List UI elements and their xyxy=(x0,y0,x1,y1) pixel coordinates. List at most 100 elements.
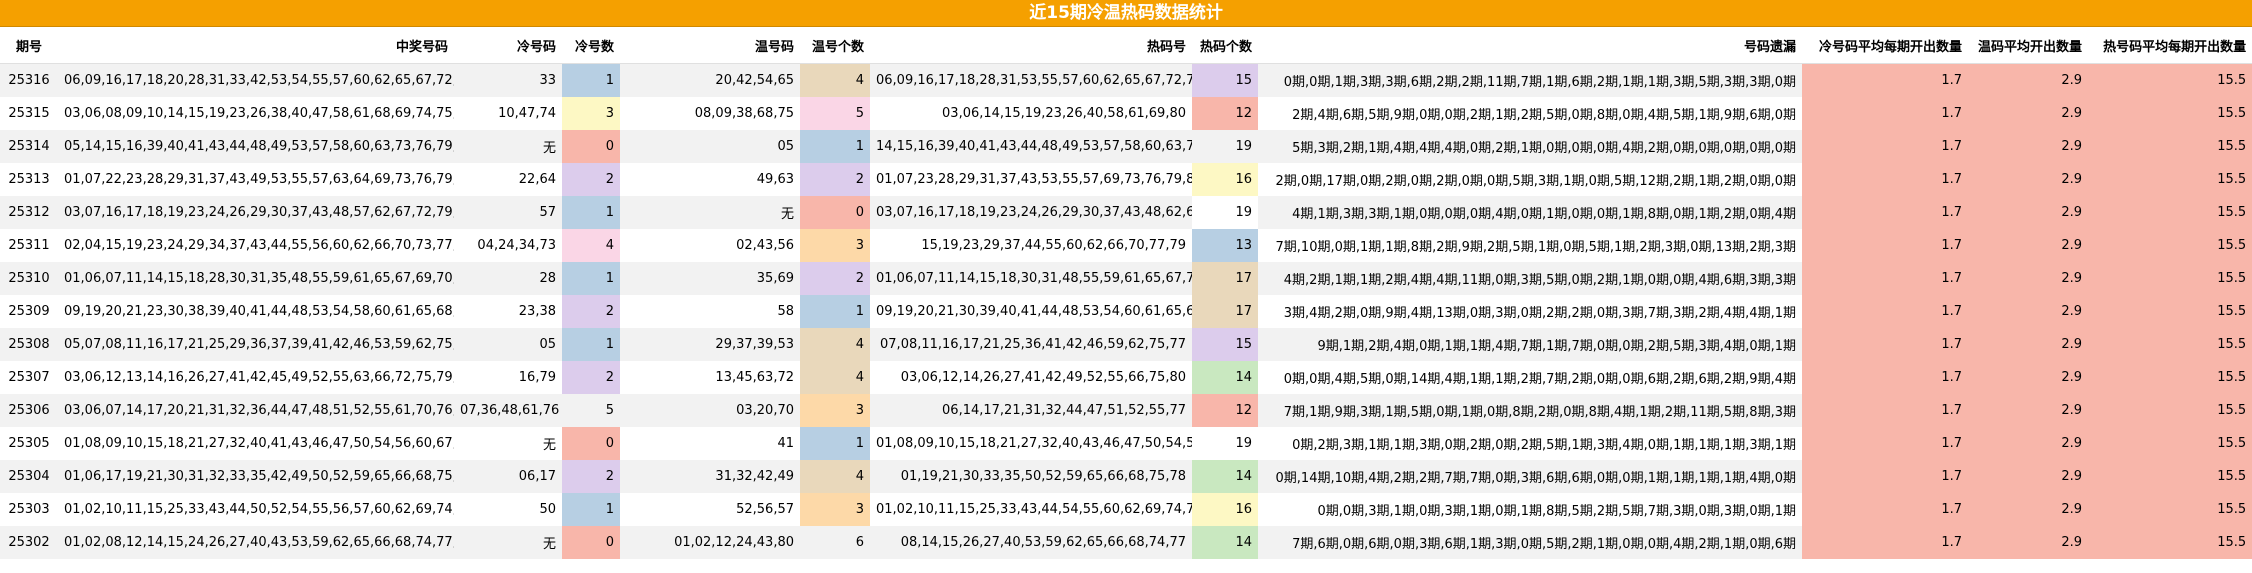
issue-cell: 25316 xyxy=(0,63,58,97)
hot-avg-cell: 15.5 xyxy=(2088,328,2252,361)
hot-count-cell: 14 xyxy=(1192,361,1258,394)
warm-numbers-cell: 05 xyxy=(620,130,800,163)
winning-numbers-cell: 09,19,20,21,23,30,38,39,40,41,44,48,53,5… xyxy=(58,295,454,328)
missing-cell: 9期,1期,2期,4期,0期,1期,1期,4期,7期,1期,7期,0期,0期,2… xyxy=(1258,328,1802,361)
cold-count-cell: 2 xyxy=(562,163,620,196)
warm-avg-cell: 2.9 xyxy=(1968,295,2088,328)
warm-count-cell: 3 xyxy=(800,493,870,526)
hot-numbers-cell: 09,19,20,21,30,39,40,41,44,48,53,54,60,6… xyxy=(870,295,1192,328)
winning-numbers-cell: 06,09,16,17,18,20,28,31,33,42,53,54,55,5… xyxy=(58,63,454,97)
hot-count-cell: 14 xyxy=(1192,526,1258,559)
cold-count-cell: 0 xyxy=(562,130,620,163)
missing-cell: 2期,0期,17期,0期,2期,0期,2期,0期,0期,5期,3期,1期,0期,… xyxy=(1258,163,1802,196)
cold-count-cell: 0 xyxy=(562,427,620,460)
cold-count-cell: 3 xyxy=(562,97,620,130)
issue-cell: 25305 xyxy=(0,427,58,460)
cold-numbers-cell: 07,36,48,61,76 xyxy=(454,394,562,427)
warm-avg-cell: 2.9 xyxy=(1968,361,2088,394)
table-row: 25306 03,06,07,14,17,20,21,31,32,36,44,47… xyxy=(0,394,2252,427)
issue-cell: 25312 xyxy=(0,196,58,229)
table-row: 25316 06,09,16,17,18,20,28,31,33,42,53,54… xyxy=(0,63,2252,97)
winning-numbers-cell: 02,04,15,19,23,24,29,34,37,43,44,55,56,6… xyxy=(58,229,454,262)
warm-avg-cell: 2.9 xyxy=(1968,460,2088,493)
missing-cell: 4期,1期,3期,3期,1期,0期,0期,0期,4期,0期,1期,0期,0期,1… xyxy=(1258,196,1802,229)
hot-avg-cell: 15.5 xyxy=(2088,130,2252,163)
hot-count-cell: 15 xyxy=(1192,328,1258,361)
warm-avg-cell: 2.9 xyxy=(1968,493,2088,526)
hot-avg-cell: 15.5 xyxy=(2088,526,2252,559)
winning-numbers-cell: 03,06,07,14,17,20,21,31,32,36,44,47,48,5… xyxy=(58,394,454,427)
hot-avg-cell: 15.5 xyxy=(2088,394,2252,427)
cold-count-cell: 1 xyxy=(562,196,620,229)
issue-cell: 25307 xyxy=(0,361,58,394)
lottery-stats-table: 近15期冷温热码数据统计 期号 中奖号码 冷号码 冷号数 温号码 温号个数 热码… xyxy=(0,0,2252,559)
winning-numbers-cell: 01,02,10,11,15,25,33,43,44,50,52,54,55,5… xyxy=(58,493,454,526)
header-cold-avg: 冷号码平均每期开出数量 xyxy=(1802,26,1968,64)
cold-count-cell: 1 xyxy=(562,63,620,97)
table-row: 25304 01,06,17,19,21,30,31,32,33,35,42,49… xyxy=(0,460,2252,493)
hot-numbers-cell: 08,14,15,26,27,40,53,59,62,65,66,68,74,7… xyxy=(870,526,1192,559)
missing-cell: 0期,0期,3期,1期,0期,3期,1期,0期,1期,8期,5期,2期,5期,7… xyxy=(1258,493,1802,526)
cold-avg-cell: 1.7 xyxy=(1802,163,1968,196)
winning-numbers-cell: 01,07,22,23,28,29,31,37,43,49,53,55,57,6… xyxy=(58,163,454,196)
winning-numbers-cell: 03,07,16,17,18,19,23,24,26,29,30,37,43,4… xyxy=(58,196,454,229)
hot-count-cell: 19 xyxy=(1192,130,1258,163)
warm-avg-cell: 2.9 xyxy=(1968,97,2088,130)
missing-cell: 3期,4期,2期,0期,9期,4期,13期,0期,3期,0期,2期,2期,0期,… xyxy=(1258,295,1802,328)
cold-count-cell: 5 xyxy=(562,394,620,427)
hot-avg-cell: 15.5 xyxy=(2088,295,2252,328)
warm-count-cell: 0 xyxy=(800,196,870,229)
warm-numbers-cell: 58 xyxy=(620,295,800,328)
winning-numbers-cell: 05,14,15,16,39,40,41,43,44,48,49,53,57,5… xyxy=(58,130,454,163)
header-hot-count: 热码个数 xyxy=(1192,26,1258,64)
header-missing: 号码遗漏 xyxy=(1258,26,1802,64)
cold-count-cell: 1 xyxy=(562,262,620,295)
warm-numbers-cell: 08,09,38,68,75 xyxy=(620,97,800,130)
warm-numbers-cell: 52,56,57 xyxy=(620,493,800,526)
warm-numbers-cell: 02,43,56 xyxy=(620,229,800,262)
warm-count-cell: 5 xyxy=(800,97,870,130)
winning-numbers-cell: 03,06,08,09,10,14,15,19,23,26,38,40,47,5… xyxy=(58,97,454,130)
warm-count-cell: 4 xyxy=(800,328,870,361)
warm-count-cell: 1 xyxy=(800,295,870,328)
hot-count-cell: 16 xyxy=(1192,493,1258,526)
cold-count-cell: 2 xyxy=(562,460,620,493)
missing-cell: 0期,0期,1期,3期,3期,6期,2期,2期,11期,7期,1期,6期,2期,… xyxy=(1258,63,1802,97)
cold-count-cell: 2 xyxy=(562,361,620,394)
hot-numbers-cell: 06,14,17,21,31,32,44,47,51,52,55,77 xyxy=(870,394,1192,427)
cold-numbers-cell: 28 xyxy=(454,262,562,295)
cold-avg-cell: 1.7 xyxy=(1802,361,1968,394)
warm-numbers-cell: 49,63 xyxy=(620,163,800,196)
cold-avg-cell: 1.7 xyxy=(1802,63,1968,97)
cold-count-cell: 2 xyxy=(562,295,620,328)
hot-avg-cell: 15.5 xyxy=(2088,262,2252,295)
cold-numbers-cell: 57 xyxy=(454,196,562,229)
hot-count-cell: 19 xyxy=(1192,427,1258,460)
issue-cell: 25303 xyxy=(0,493,58,526)
header-hot: 热码号 xyxy=(870,26,1192,64)
header-hot-avg: 热号码平均每期开出数量 xyxy=(2088,26,2252,64)
winning-numbers-cell: 01,06,17,19,21,30,31,32,33,35,42,49,50,5… xyxy=(58,460,454,493)
warm-numbers-cell: 35,69 xyxy=(620,262,800,295)
winning-numbers-cell: 05,07,08,11,16,17,21,25,29,36,37,39,41,4… xyxy=(58,328,454,361)
hot-count-cell: 19 xyxy=(1192,196,1258,229)
table-body: 25316 06,09,16,17,18,20,28,31,33,42,53,54… xyxy=(0,63,2252,559)
table-row: 25314 05,14,15,16,39,40,41,43,44,48,49,53… xyxy=(0,130,2252,163)
table-row: 25310 01,06,07,11,14,15,18,28,30,31,35,48… xyxy=(0,262,2252,295)
warm-numbers-cell: 03,20,70 xyxy=(620,394,800,427)
table-row: 25313 01,07,22,23,28,29,31,37,43,49,53,55… xyxy=(0,163,2252,196)
warm-avg-cell: 2.9 xyxy=(1968,163,2088,196)
winning-numbers-cell: 01,06,07,11,14,15,18,28,30,31,35,48,55,5… xyxy=(58,262,454,295)
header-warm-avg: 温码平均开出数量 xyxy=(1968,26,2088,64)
hot-count-cell: 17 xyxy=(1192,262,1258,295)
table-row: 25308 05,07,08,11,16,17,21,25,29,36,37,39… xyxy=(0,328,2252,361)
warm-avg-cell: 2.9 xyxy=(1968,196,2088,229)
table-row: 25305 01,08,09,10,15,18,21,27,32,40,41,43… xyxy=(0,427,2252,460)
hot-numbers-cell: 06,09,16,17,18,28,31,53,55,57,60,62,65,6… xyxy=(870,63,1192,97)
issue-cell: 25315 xyxy=(0,97,58,130)
cold-avg-cell: 1.7 xyxy=(1802,130,1968,163)
warm-count-cell: 3 xyxy=(800,394,870,427)
missing-cell: 2期,4期,6期,5期,9期,0期,0期,2期,1期,2期,5期,0期,8期,0… xyxy=(1258,97,1802,130)
warm-avg-cell: 2.9 xyxy=(1968,130,2088,163)
warm-numbers-cell: 41 xyxy=(620,427,800,460)
